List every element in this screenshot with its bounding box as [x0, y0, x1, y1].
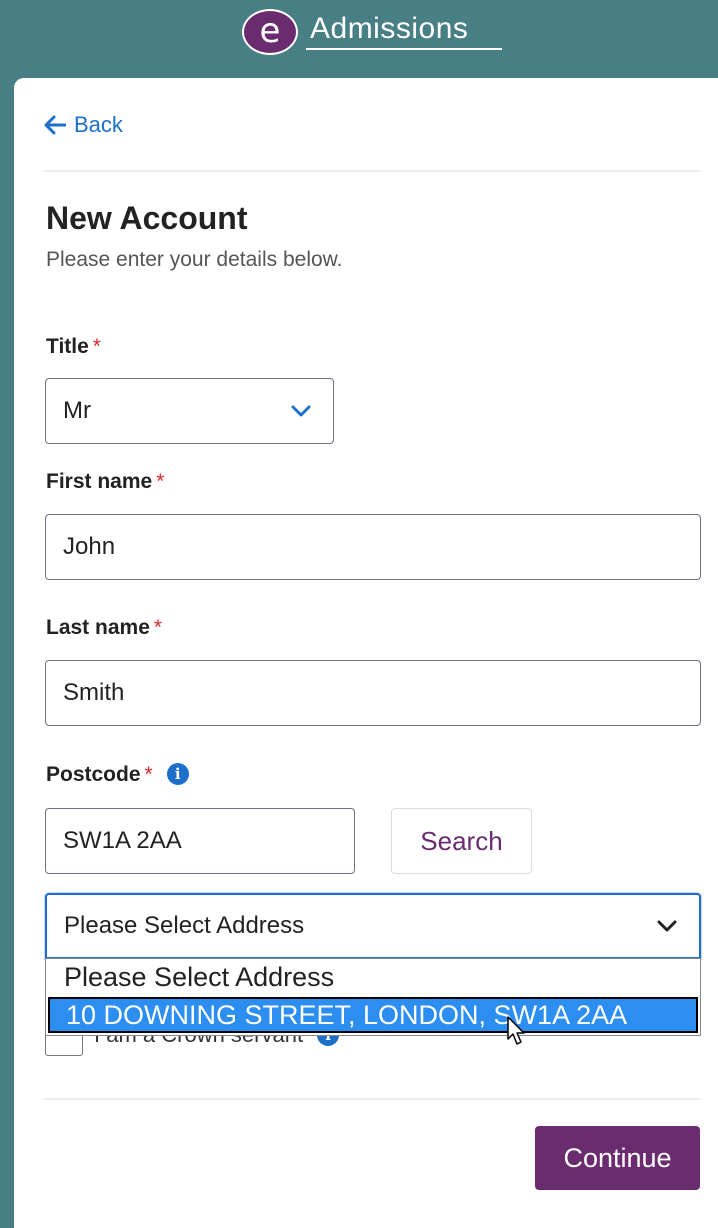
- address-option[interactable]: Please Select Address: [46, 959, 700, 995]
- continue-button[interactable]: Continue: [535, 1126, 700, 1190]
- info-icon[interactable]: i: [166, 763, 189, 785]
- last-name-label: Last name *: [46, 616, 162, 640]
- chevron-down-icon: [291, 405, 311, 417]
- divider: [44, 170, 700, 172]
- back-link[interactable]: Back: [44, 112, 123, 138]
- postcode-value: SW1A 2AA: [63, 827, 182, 854]
- postcode-label: Postcode * i: [46, 763, 189, 787]
- logo-underline: [306, 48, 502, 50]
- title-label: Title *: [46, 335, 101, 359]
- search-button[interactable]: Search: [391, 808, 532, 874]
- address-select-value: Please Select Address: [64, 912, 305, 939]
- logo-text: Admissions: [310, 12, 469, 45]
- divider: [44, 1098, 700, 1100]
- first-name-label: First name *: [46, 470, 164, 494]
- page-subtitle: Please enter your details below.: [46, 248, 343, 271]
- last-name-value: Smith: [63, 679, 125, 706]
- first-name-input[interactable]: John: [45, 514, 701, 580]
- address-select[interactable]: Please Select Address: [45, 893, 701, 959]
- first-name-label-text: First name: [46, 470, 153, 493]
- last-name-label-text: Last name: [46, 616, 150, 639]
- postcode-input[interactable]: SW1A 2AA: [45, 808, 355, 874]
- required-marker: *: [156, 470, 165, 493]
- arrow-left-icon: [44, 115, 66, 135]
- required-marker: *: [153, 616, 163, 639]
- first-name-value: John: [63, 533, 116, 560]
- back-label: Back: [74, 112, 123, 137]
- postcode-label-text: Postcode: [46, 763, 141, 786]
- required-marker: *: [92, 335, 101, 358]
- site-header: e Admissions: [0, 0, 718, 78]
- mouse-cursor-icon: [507, 1016, 525, 1045]
- title-select[interactable]: Mr: [45, 378, 334, 444]
- logo-badge: e: [242, 9, 298, 55]
- chevron-down-icon: [657, 920, 677, 932]
- address-dropdown-list: Please Select Address 10 DOWNING STREET,…: [45, 958, 701, 1036]
- title-label-text: Title: [46, 335, 89, 358]
- page-title: New Account: [46, 200, 248, 236]
- address-option-highlighted[interactable]: 10 DOWNING STREET, LONDON, SW1A 2AA: [48, 997, 698, 1033]
- last-name-input[interactable]: Smith: [45, 660, 701, 726]
- required-marker: *: [144, 763, 153, 786]
- title-select-value: Mr: [63, 397, 91, 424]
